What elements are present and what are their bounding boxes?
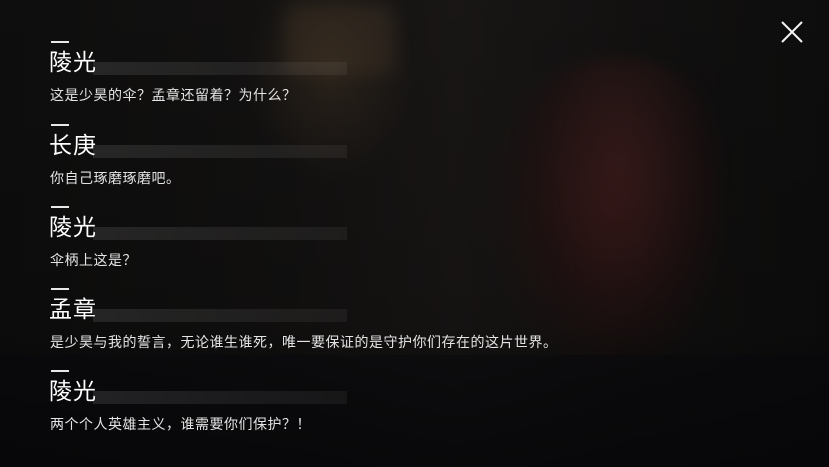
entry-dash bbox=[51, 124, 69, 126]
name-underline-bar bbox=[93, 145, 347, 158]
dialogue-entry: 孟章 是少昊与我的誓言，无论谁生谁死，唯一要保证的是守护你们存在的这片世界。 bbox=[49, 288, 689, 368]
dialogue-entry: 陵光 这是少昊的伞？孟章还留着？为什么？ bbox=[49, 41, 689, 121]
entry-dash bbox=[51, 288, 69, 290]
game-screen: 陵光 这是少昊的伞？孟章还留着？为什么？ 长庚 你自己琢磨琢磨吧。 陵光 伞柄上… bbox=[0, 0, 829, 467]
dialogue-entry: 陵光 伞柄上这是？ bbox=[49, 206, 689, 286]
dialogue-entry: 陵光 两个个人英雄主义，谁需要你们保护？！ bbox=[49, 370, 689, 450]
entry-dash bbox=[51, 41, 69, 43]
speaker-name: 长庚 bbox=[49, 133, 97, 159]
entry-dash bbox=[51, 206, 69, 208]
speaker-name: 孟章 bbox=[49, 297, 97, 323]
speaker-name: 陵光 bbox=[49, 379, 97, 405]
name-underline-bar bbox=[93, 227, 347, 240]
dialogue-entry: 长庚 你自己琢磨琢磨吧。 bbox=[49, 124, 689, 204]
speaker-name: 陵光 bbox=[49, 215, 97, 241]
name-underline-bar bbox=[93, 62, 347, 75]
dialogue-text: 是少昊与我的誓言，无论谁生谁死，唯一要保证的是守护你们存在的这片世界。 bbox=[50, 335, 558, 351]
entry-dash bbox=[51, 370, 69, 372]
speaker-name: 陵光 bbox=[49, 50, 97, 76]
dialogue-text: 这是少昊的伞？孟章还留着？为什么？ bbox=[50, 88, 297, 104]
name-underline-bar bbox=[93, 391, 347, 404]
dialogue-text: 你自己琢磨琢磨吧。 bbox=[50, 171, 181, 187]
close-icon bbox=[781, 21, 803, 43]
dialogue-text: 伞柄上这是？ bbox=[50, 253, 137, 269]
name-underline-bar bbox=[93, 309, 347, 322]
close-button[interactable] bbox=[778, 18, 806, 46]
dialogue-text: 两个个人英雄主义，谁需要你们保护？！ bbox=[50, 417, 311, 433]
